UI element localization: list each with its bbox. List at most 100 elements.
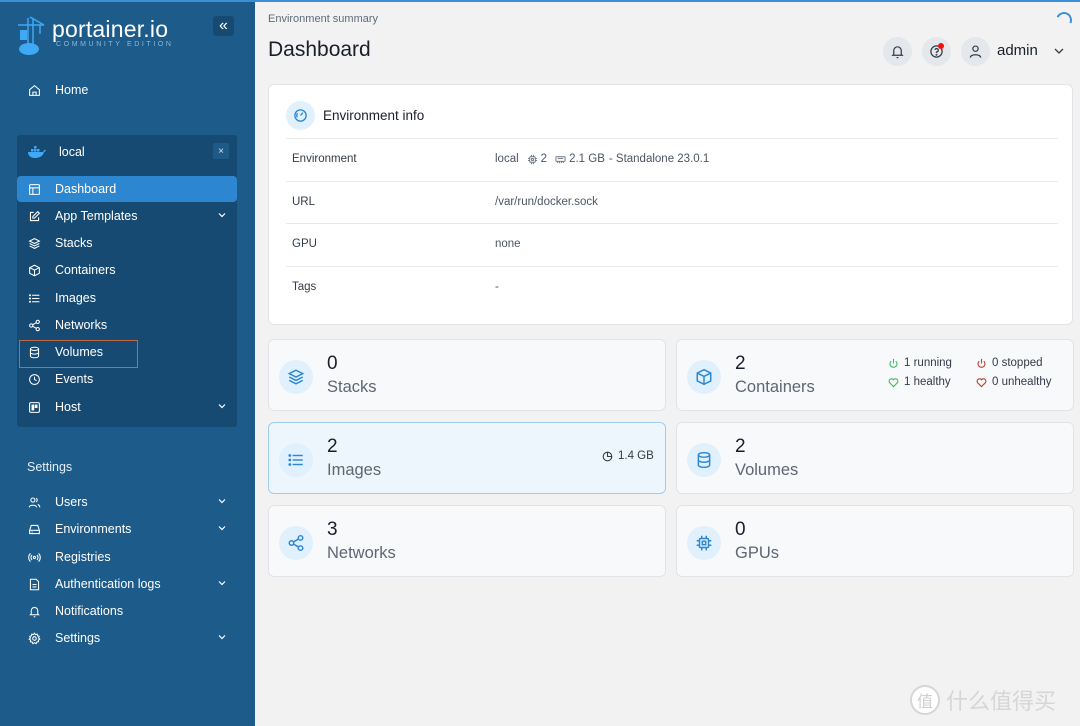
settings-section-title: Settings xyxy=(27,460,73,474)
sidebar-item-networks[interactable]: Networks xyxy=(27,312,107,338)
containers-label: Containers xyxy=(735,378,815,396)
sidebar-item-stacks[interactable]: Stacks xyxy=(27,230,93,256)
stopped-count[interactable]: 0 stopped xyxy=(976,357,1043,369)
stacks-count: 0 xyxy=(327,353,338,374)
sidebar-item-label: Settings xyxy=(55,631,101,645)
volumes-count: 2 xyxy=(735,436,746,457)
breadcrumb[interactable]: Environment summary xyxy=(268,13,378,25)
help-button[interactable] xyxy=(922,37,951,66)
share-icon xyxy=(279,526,313,560)
sidebar-item-users[interactable]: Users xyxy=(27,489,227,515)
users-icon xyxy=(27,495,41,509)
info-label: Environment xyxy=(292,153,357,165)
memory-amount: 2.1 GB xyxy=(569,153,605,165)
sidebar: portainer.io COMMUNITY EDITION « Home lo… xyxy=(0,0,255,726)
sidebar-item-settings[interactable]: Settings xyxy=(27,625,227,651)
sidebar-item-events[interactable]: Events xyxy=(27,366,93,392)
logo-title: portainer.io xyxy=(52,16,169,42)
share-icon xyxy=(27,318,41,332)
logo-subtitle: COMMUNITY EDITION xyxy=(56,41,174,48)
environment-info-card: Environment info Environment local 2 2.1… xyxy=(268,84,1073,325)
sidebar-item-images[interactable]: Images xyxy=(27,285,96,311)
portainer-logo[interactable]: portainer.io COMMUNITY EDITION xyxy=(16,16,174,56)
images-count: 2 xyxy=(327,436,338,457)
docker-icon xyxy=(28,146,46,158)
info-label: GPU xyxy=(292,238,317,250)
gauge-icon xyxy=(286,101,315,130)
layers-icon xyxy=(27,236,41,250)
running-count[interactable]: 1 running xyxy=(888,357,952,369)
power-icon xyxy=(889,358,898,368)
database-icon xyxy=(687,443,721,477)
close-environment-button[interactable]: × xyxy=(213,143,229,159)
home-icon xyxy=(27,83,41,97)
user-avatar-button[interactable] xyxy=(961,37,990,66)
environment-info-title: Environment info xyxy=(323,108,425,123)
sidebar-item-registries[interactable]: Registries xyxy=(27,544,111,570)
main-content: Environment summary Dashboard admin Envi… xyxy=(255,0,1080,726)
watermark: 值 什么值得买 xyxy=(910,684,1056,716)
images-card[interactable]: 2 Images 1.4 GB xyxy=(268,422,666,494)
sidebar-item-home[interactable]: Home xyxy=(27,77,88,103)
watermark-text: 什么值得买 xyxy=(946,689,1057,714)
page-title: Dashboard xyxy=(268,38,371,61)
loading-spinner-icon xyxy=(1053,9,1075,31)
heart-icon xyxy=(888,377,899,387)
chevron-down-icon[interactable] xyxy=(1053,46,1065,56)
sidebar-item-label: Registries xyxy=(55,550,111,564)
sidebar-item-label: Networks xyxy=(55,318,108,332)
info-row-environment: Environment local 2 2.1 GB - Standalone … xyxy=(286,138,1058,181)
sidebar-item-environments[interactable]: Environments xyxy=(27,516,227,542)
info-value: local 2 2.1 GB - Standalone 23.0.1 xyxy=(495,153,709,165)
info-label: Tags xyxy=(292,281,317,293)
info-value: none xyxy=(495,238,521,250)
stacks-label: Stacks xyxy=(327,378,377,396)
networks-card[interactable]: 3 Networks xyxy=(268,505,666,577)
volumes-label: Volumes xyxy=(735,461,799,479)
sidebar-item-label: Host xyxy=(55,400,81,414)
sidebar-item-label: Authentication logs xyxy=(55,577,161,591)
info-row-url: URL /var/run/docker.sock xyxy=(286,181,1058,224)
environment-name-value: local xyxy=(495,153,519,165)
sidebar-item-host[interactable]: Host xyxy=(27,394,227,420)
info-label: URL xyxy=(292,196,316,208)
file-text-icon xyxy=(27,577,41,591)
bell-icon xyxy=(27,604,41,618)
sidebar-item-label: Containers xyxy=(55,263,116,277)
memory-icon xyxy=(555,155,566,163)
sidebar-item-authentication-logs[interactable]: Authentication logs xyxy=(27,571,227,597)
stacks-card[interactable]: 0 Stacks xyxy=(268,339,666,411)
clock-icon xyxy=(27,372,41,386)
sidebar-item-label: Stacks xyxy=(55,236,93,250)
sidebar-item-dashboard[interactable]: Dashboard xyxy=(17,176,237,202)
power-icon xyxy=(977,358,986,368)
box-icon xyxy=(27,263,41,277)
collapse-sidebar-button[interactable]: « xyxy=(213,16,234,36)
sidebar-item-label: Events xyxy=(55,372,94,386)
volumes-card[interactable]: 2 Volumes xyxy=(676,422,1074,494)
sidebar-item-notifications[interactable]: Notifications xyxy=(27,598,123,624)
networks-label: Networks xyxy=(327,544,396,562)
healthy-count[interactable]: 1 healthy xyxy=(888,376,951,388)
info-value: /var/run/docker.sock xyxy=(495,196,598,208)
edit-icon xyxy=(27,209,41,223)
sidebar-item-containers[interactable]: Containers xyxy=(27,257,115,283)
sidebar-item-app-templates[interactable]: App Templates xyxy=(27,203,227,229)
cpu-count: 2 xyxy=(540,153,548,165)
dashboard-icon xyxy=(27,182,41,196)
notifications-button[interactable] xyxy=(883,37,912,66)
containers-card[interactable]: 2 Containers 1 running 0 stopped 1 healt… xyxy=(676,339,1074,411)
user-menu-name[interactable]: admin xyxy=(997,42,1038,59)
info-value: - xyxy=(495,281,499,293)
box-icon xyxy=(687,360,721,394)
cpu-icon xyxy=(527,154,537,164)
sidebar-item-label: Notifications xyxy=(55,604,124,618)
chevron-down-icon xyxy=(218,213,226,218)
gpus-label: GPUs xyxy=(735,544,780,562)
list-icon xyxy=(279,443,313,477)
list-icon xyxy=(27,291,41,305)
info-row-gpu: GPU none xyxy=(286,223,1058,266)
help-notification-badge xyxy=(938,43,944,49)
user-icon xyxy=(969,45,982,58)
unhealthy-count[interactable]: 0 unhealthy xyxy=(976,376,1051,388)
